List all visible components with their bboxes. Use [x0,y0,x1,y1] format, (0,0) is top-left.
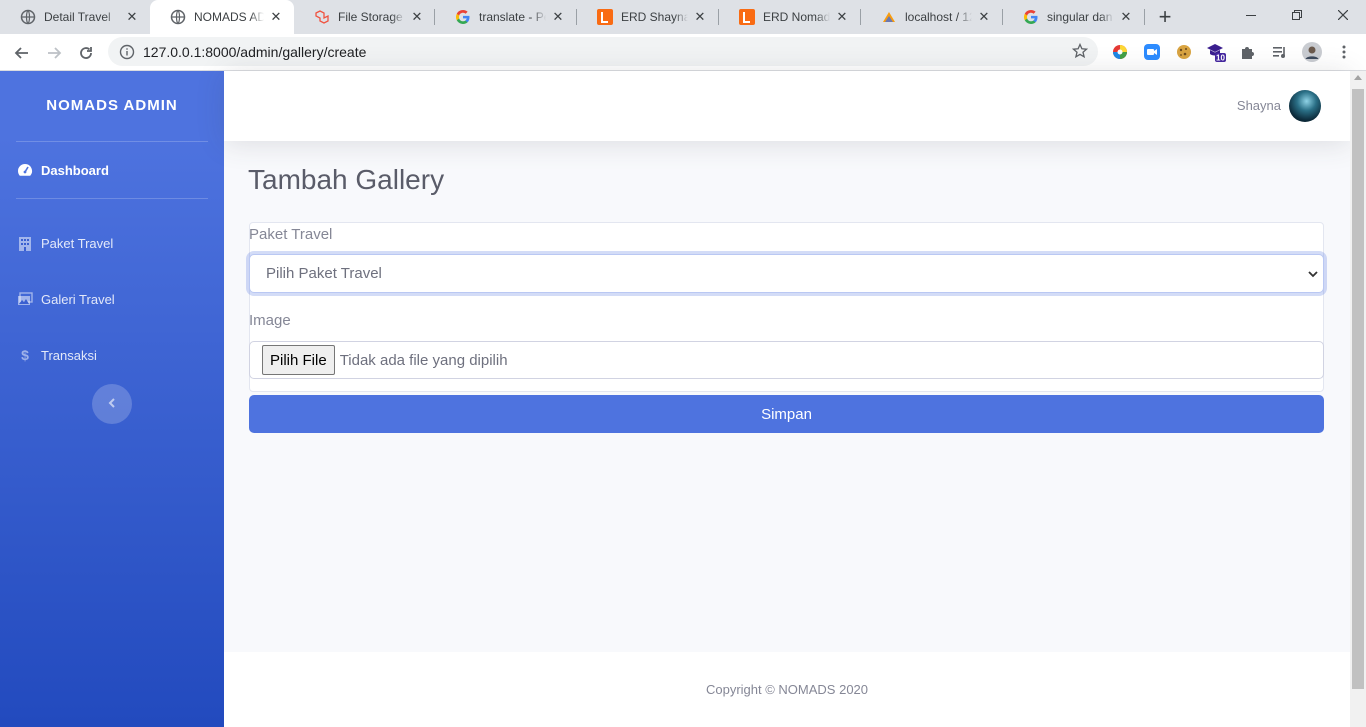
tab-title: singular dan jamak [1047,10,1114,24]
tab-title: translate - Penelusuran Google [479,10,546,24]
page-scrollbar[interactable] [1350,71,1366,727]
file-status-text: Tidak ada file yang dipilih [339,351,508,369]
google-icon [455,9,471,25]
tab-title: Detail Travel [44,10,111,24]
sidebar-divider [16,198,208,199]
puzzle-extensions-icon[interactable] [1238,42,1258,62]
tab-title: ERD Shayna: Lucidchart [621,10,688,24]
sidebar-item-label: Paket Travel [41,235,114,251]
window-close-icon[interactable] [1320,0,1366,30]
tab-title: localhost / 127.0.0.1 [905,10,972,24]
sidebar-item-paket-travel[interactable]: Paket Travel [17,235,113,251]
close-icon[interactable]: ✕ [124,9,140,25]
sidebar: NOMADS ADMIN Dashboard Paket Travel Gale… [0,71,224,727]
browser-tab-bar: Detail Travel ✕ NOMADS ADMIN ✕ File Stor… [0,0,1366,34]
tab-separator [1144,9,1145,25]
address-bar[interactable]: 127.0.0.1:8000/admin/gallery/create [108,37,1098,66]
browser-tab[interactable]: ERD Nomads: Lucidchart ✕ [719,0,860,34]
tab-title: File Storage - Laravel [338,10,405,24]
minimize-icon[interactable] [1228,0,1274,30]
scrollbar-thumb[interactable] [1352,89,1364,689]
user-avatar[interactable] [1289,90,1321,122]
browser-tab[interactable]: translate - Penelusuran Google ✕ [435,0,576,34]
chevron-down-icon [1307,267,1319,284]
sidebar-item-dashboard[interactable]: Dashboard [17,162,109,178]
zoom-extension-icon[interactable] [1142,42,1162,62]
package-select-value: Pilih Paket Travel [266,265,382,282]
image-file-input[interactable]: Pilih File Tidak ada file yang dipilih [249,341,1324,379]
footer: Copyright © NOMADS 2020 [224,652,1350,727]
copyright-text: Copyright © NOMADS 2020 [705,682,869,697]
profile-avatar-icon[interactable] [1302,42,1322,62]
sidebar-brand[interactable]: NOMADS ADMIN [0,97,224,114]
kebab-menu-icon[interactable] [1334,42,1354,62]
choose-file-button[interactable]: Pilih File [262,345,335,375]
info-icon[interactable] [119,44,135,60]
star-icon[interactable] [1071,42,1089,64]
graduation-extension-icon[interactable]: 10 [1206,42,1226,62]
browser-tab[interactable]: localhost / 127.0.0.1 ✕ [861,0,1002,34]
tab-title: NOMADS ADMIN [194,10,264,24]
lucidchart-icon [739,9,755,25]
cookie-extension-icon[interactable] [1174,42,1194,62]
dollar-icon: $ [21,347,29,363]
forward-icon[interactable] [40,39,68,67]
lucidchart-icon [597,9,613,25]
globe-icon [20,9,36,25]
sidebar-item-label: Galeri Travel [41,291,115,307]
package-select[interactable]: Pilih Paket Travel [249,254,1324,293]
close-icon[interactable]: ✕ [550,9,566,25]
extension-badge: 10 [1216,54,1225,63]
page-title: Tambah Gallery [248,164,445,195]
browser-tab[interactable]: File Storage - Laravel ✕ [294,0,435,34]
image-label: Image [249,312,291,329]
sidebar-item-transaksi[interactable]: $ Transaksi [17,347,97,363]
tachometer-icon [17,162,33,178]
package-label: Paket Travel [249,226,333,243]
building-icon [17,235,33,251]
sidebar-toggle-button[interactable] [92,384,132,424]
back-icon[interactable] [8,39,36,67]
color-wheel-extension-icon[interactable] [1110,42,1130,62]
browser-tab-active[interactable]: NOMADS ADMIN ✕ [150,0,294,34]
phpmyadmin-icon [881,9,897,25]
google-icon [1023,9,1039,25]
globe-icon [170,9,186,25]
sidebar-item-label: Transaksi [41,347,97,363]
chevron-left-icon [108,395,116,413]
topbar: Shayna [224,71,1350,141]
browser-tab[interactable]: singular dan jamak ✕ [1003,0,1144,34]
sidebar-item-label: Dashboard [41,162,109,178]
restore-icon[interactable] [1274,0,1320,30]
tab-title: ERD Nomads: Lucidchart [763,10,830,24]
scroll-up-arrow-icon[interactable] [1354,75,1362,80]
laravel-icon [314,9,330,25]
close-icon[interactable]: ✕ [1118,9,1134,25]
images-icon [17,291,33,307]
close-icon[interactable]: ✕ [268,9,284,25]
reload-icon[interactable] [72,39,100,67]
browser-tab[interactable]: Detail Travel ✕ [0,0,150,34]
url-text: 127.0.0.1:8000/admin/gallery/create [143,43,367,60]
close-icon[interactable]: ✕ [834,9,850,25]
save-button[interactable]: Simpan [249,395,1324,433]
close-icon[interactable]: ✕ [976,9,992,25]
close-icon[interactable]: ✕ [692,9,708,25]
sidebar-divider [16,141,208,142]
media-queue-icon[interactable] [1270,42,1290,62]
user-name[interactable]: Shayna [1237,98,1281,113]
new-tab-button[interactable]: + [1154,4,1176,30]
sidebar-item-galeri-travel[interactable]: Galeri Travel [17,291,115,307]
browser-tab[interactable]: ERD Shayna: Lucidchart ✕ [577,0,718,34]
browser-toolbar: 127.0.0.1:8000/admin/gallery/create 10 [0,34,1366,71]
close-icon[interactable]: ✕ [409,9,425,25]
